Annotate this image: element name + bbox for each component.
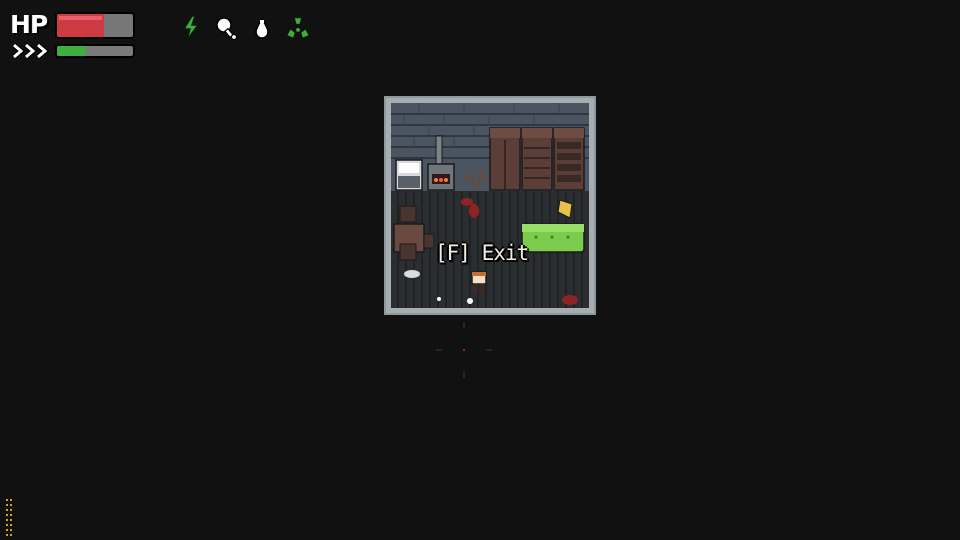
hp-bar-shine [59,16,103,20]
interact-prompt: [F] Exit [435,241,529,265]
stamina-bar-fill [57,46,86,56]
radiation-icon [286,17,310,39]
energy-lightning-icon [182,15,200,41]
hp-label: HP [10,10,48,39]
bookshelf[interactable] [553,127,585,191]
game-viewport[interactable]: HP [F] Exit [0,0,960,540]
stamina-bar [55,44,135,58]
triple-chevron-icon [12,42,50,60]
dresser[interactable] [521,127,553,191]
hp-bar [55,12,135,39]
food-drumstick-icon [216,17,238,41]
fridge[interactable] [395,159,423,191]
wardrobe[interactable] [489,127,521,191]
room-scene[interactable] [384,96,596,315]
sofa[interactable] [521,223,585,253]
crosshair-icon [436,322,492,378]
water-drop-icon [255,17,269,39]
ammo-counter [6,499,12,536]
